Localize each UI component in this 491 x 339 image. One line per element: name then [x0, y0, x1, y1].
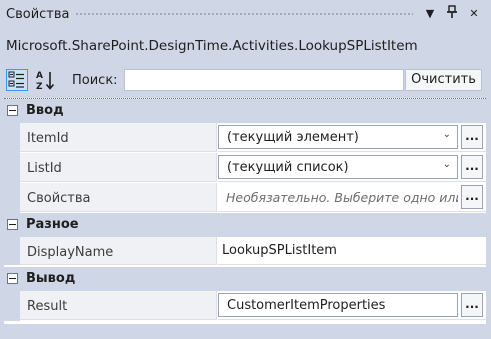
- property-value[interactable]: LookupSPListItem: [218, 237, 486, 265]
- property-name[interactable]: ListId: [20, 153, 217, 182]
- category-label: Ввод: [26, 103, 64, 118]
- row-gutter: [4, 153, 20, 183]
- title-bar: Свойства ▼ ✕: [0, 0, 491, 29]
- row-gutter: [4, 237, 20, 265]
- dropdown-icon[interactable]: ▼: [422, 5, 438, 23]
- itemid-ellipsis-button[interactable]: ...: [461, 125, 483, 149]
- result-ellipsis-button[interactable]: ...: [461, 293, 483, 317]
- title-grip[interactable]: [75, 12, 413, 17]
- category-output[interactable]: Вывод: [4, 267, 486, 291]
- category-input[interactable]: Ввод: [4, 99, 486, 123]
- alphabetical-view-button[interactable]: A Z: [34, 69, 56, 92]
- category-label: Разное: [26, 217, 79, 232]
- row-gutter: [4, 183, 20, 213]
- property-name[interactable]: Свойства: [20, 183, 217, 212]
- collapse-icon[interactable]: [7, 273, 18, 284]
- selected-object-name: Microsoft.SharePoint.DesignTime.Activiti…: [6, 38, 418, 54]
- properties-toolbar: A Z Поиск: Очистить: [0, 66, 491, 96]
- property-value: CustomerItemProperties ...: [218, 291, 486, 320]
- property-name[interactable]: DisplayName: [20, 237, 217, 265]
- svg-text:Z: Z: [36, 82, 43, 91]
- property-row-properties: Свойства Необязательно. Выберите одно ил…: [4, 183, 486, 213]
- properties-hint[interactable]: Необязательно. Выберите одно или: [226, 190, 458, 205]
- combo-value: (текущий элемент): [227, 130, 359, 145]
- row-gutter: [4, 123, 20, 153]
- categorized-icon: [8, 71, 24, 88]
- description-area: [0, 324, 491, 339]
- category-label: Вывод: [26, 271, 76, 286]
- property-value: Необязательно. Выберите одно или ...: [218, 183, 486, 212]
- combo-value: CustomerItemProperties: [227, 298, 386, 313]
- listid-ellipsis-button[interactable]: ...: [461, 155, 483, 179]
- property-row-itemid: ItemId (текущий элемент) ⌄ ...: [4, 123, 486, 153]
- panel-title: Свойства: [6, 7, 70, 22]
- collapse-icon[interactable]: [7, 219, 18, 230]
- property-value: (текущий элемент) ⌄ ...: [218, 123, 486, 152]
- row-gutter: [4, 291, 20, 321]
- search-input[interactable]: [124, 69, 404, 91]
- property-row-result: Result CustomerItemProperties ...: [4, 291, 486, 321]
- search-label: Поиск:: [72, 73, 118, 88]
- result-combobox[interactable]: CustomerItemProperties: [218, 293, 458, 317]
- property-grid: Ввод ItemId (текущий элемент) ⌄ ... List…: [4, 98, 486, 325]
- property-row-displayname: DisplayName LookupSPListItem: [4, 237, 486, 265]
- close-button[interactable]: ✕: [466, 5, 482, 23]
- itemid-combobox[interactable]: (текущий элемент) ⌄: [218, 125, 458, 149]
- sort-az-icon: A Z: [36, 71, 55, 92]
- chevron-down-icon[interactable]: ⌄: [443, 159, 451, 170]
- collapse-icon[interactable]: [7, 105, 18, 116]
- combo-value: (текущий список): [227, 160, 349, 175]
- property-name[interactable]: Result: [20, 291, 217, 320]
- categorized-view-button[interactable]: [6, 69, 28, 91]
- properties-panel: Свойства ▼ ✕ Microsoft.SharePoint.Design…: [0, 0, 491, 339]
- category-misc[interactable]: Разное: [4, 213, 486, 237]
- property-value: (текущий список) ⌄ ...: [218, 153, 486, 182]
- pin-button[interactable]: [444, 5, 460, 23]
- displayname-value[interactable]: LookupSPListItem: [222, 243, 337, 258]
- svg-text:A: A: [36, 71, 43, 81]
- property-name[interactable]: ItemId: [20, 123, 217, 152]
- properties-ellipsis-button[interactable]: ...: [461, 185, 483, 209]
- clear-button[interactable]: Очистить: [405, 69, 482, 91]
- listid-combobox[interactable]: (текущий список) ⌄: [218, 155, 458, 179]
- property-row-listid: ListId (текущий список) ⌄ ...: [4, 153, 486, 183]
- chevron-down-icon[interactable]: ⌄: [443, 129, 451, 140]
- pin-icon: [447, 5, 457, 18]
